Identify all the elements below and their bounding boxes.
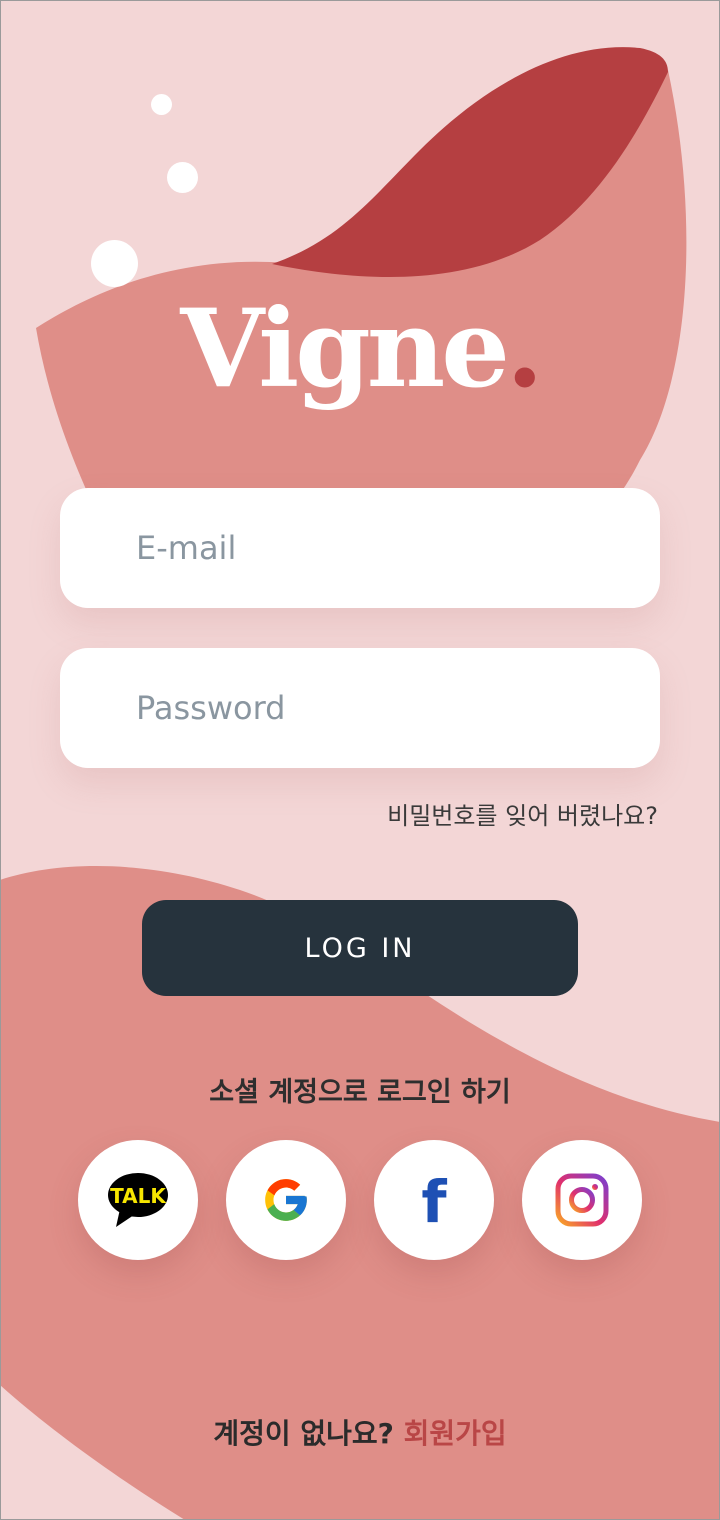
logo-dot: .: [506, 286, 544, 412]
password-field[interactable]: [60, 648, 660, 768]
signup-prompt: 계정이 없나요? 회원가입: [0, 1412, 720, 1452]
svg-text:TALK: TALK: [110, 1184, 167, 1208]
instagram-login-button[interactable]: [522, 1140, 642, 1260]
signup-link[interactable]: 회원가입: [404, 1417, 507, 1450]
forgot-password-link[interactable]: 비밀번호를 잊어 버렸나요?: [387, 796, 658, 831]
bubble-medium: [167, 162, 198, 193]
kakaotalk-icon: TALK: [108, 1173, 168, 1227]
app-logo: Vigne.: [0, 290, 720, 409]
logo-text: Vigne: [180, 286, 510, 412]
login-button[interactable]: LOG IN: [142, 900, 578, 996]
bubble-small: [151, 94, 172, 115]
google-icon: [265, 1179, 307, 1221]
signup-prompt-text: 계정이 없나요?: [213, 1417, 394, 1450]
facebook-login-button[interactable]: f: [374, 1140, 494, 1260]
email-field[interactable]: [60, 488, 660, 608]
social-login-title: 소셜 계정으로 로그인 하기: [209, 1077, 511, 1108]
facebook-icon: f: [421, 1172, 447, 1228]
instagram-icon: [555, 1173, 609, 1227]
kakao-login-button[interactable]: TALK: [78, 1140, 198, 1260]
google-login-button[interactable]: [226, 1140, 346, 1260]
bubble-large: [91, 240, 138, 287]
svg-text:f: f: [421, 1172, 447, 1228]
